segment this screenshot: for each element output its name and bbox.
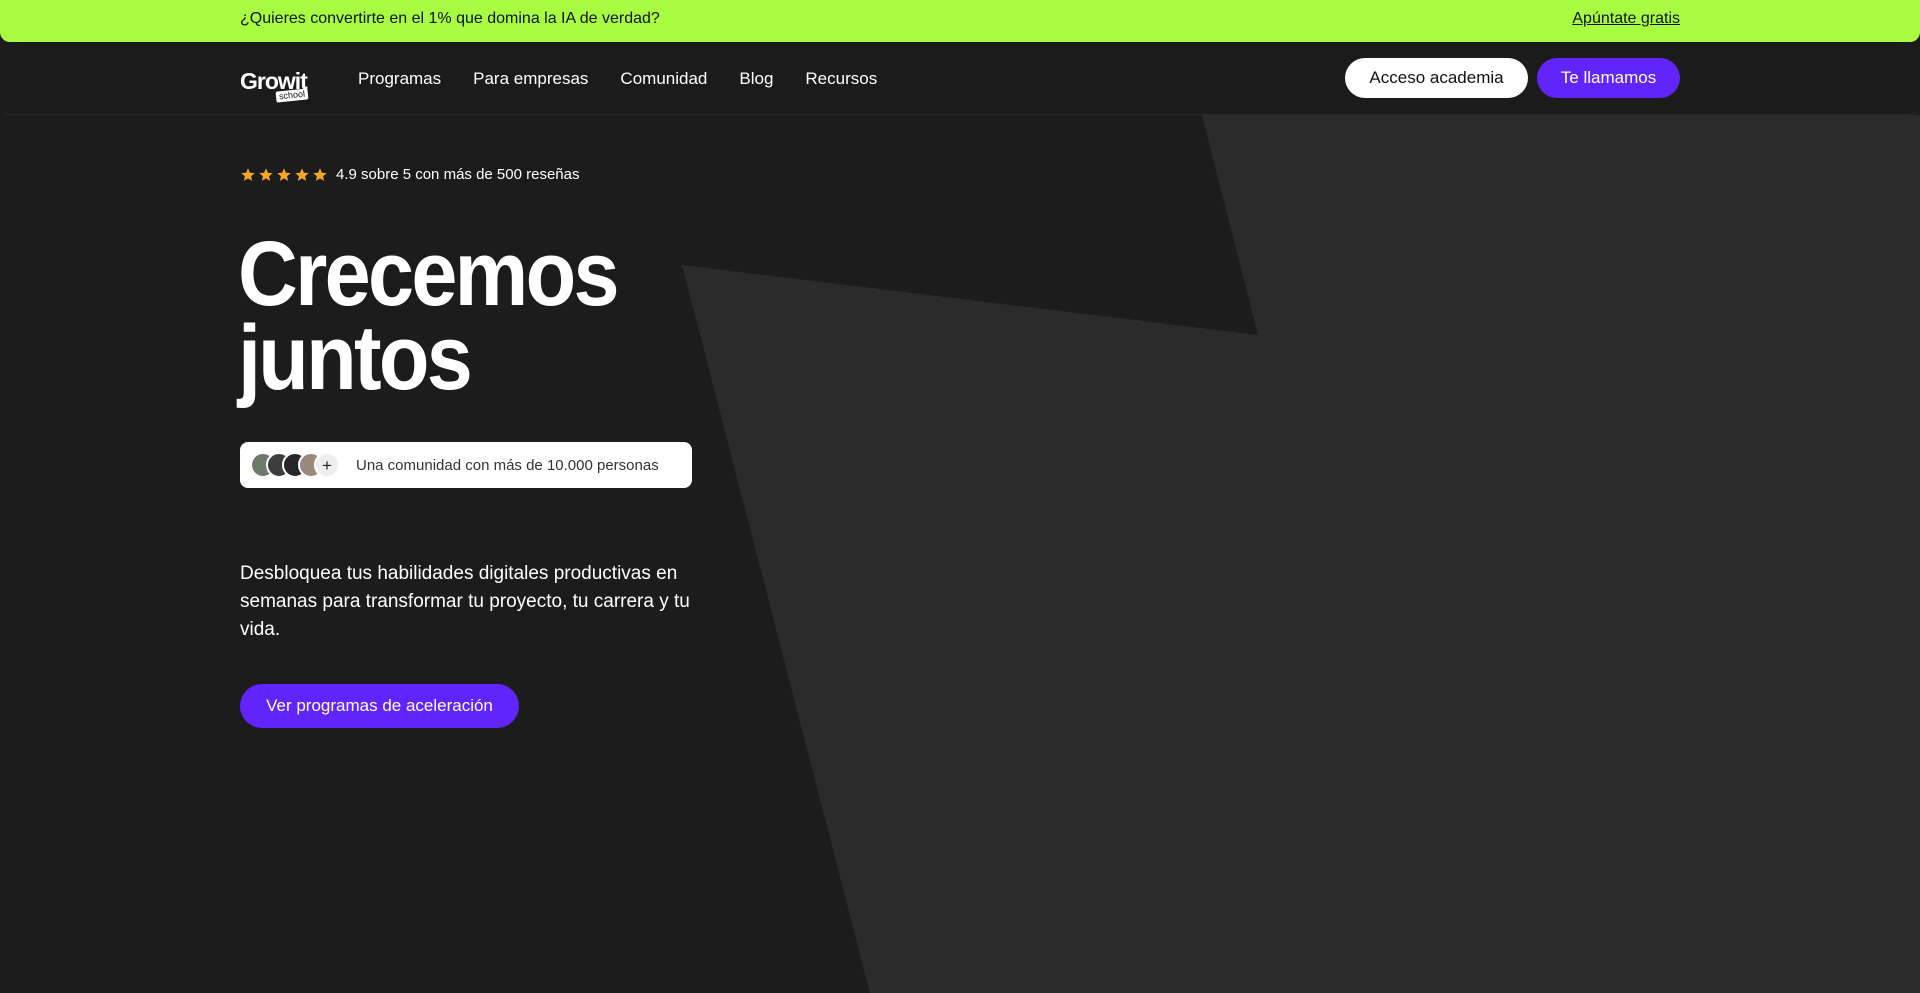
background-shapes [682,115,1920,993]
bg-shape-left [682,115,1920,993]
star-icon [295,167,309,181]
announcement-signup-link[interactable]: Apúntate gratis [1572,10,1680,28]
star-icon [313,167,327,181]
community-badge: + Una comunidad con más de 10.000 person… [240,442,692,488]
nav-item-recursos[interactable]: Recursos [805,68,877,90]
community-text: Una comunidad con más de 10.000 personas [356,456,659,474]
star-icon [259,167,273,181]
rating-text: 4.9 sobre 5 con más de 500 reseñas [336,166,580,183]
site-header: Growit school Programas Para empresas Co… [0,42,1920,115]
nav-item-comunidad[interactable]: Comunidad [620,68,707,90]
star-icon [241,167,255,181]
hero-title-line-1: Crecemos [238,223,620,325]
academy-access-button[interactable]: Acceso academia [1345,58,1528,98]
star-icon [277,167,291,181]
logo-badge: school [275,88,309,103]
growit-logo[interactable]: Growit school [240,68,312,104]
hero-title-line-2: juntos [238,307,473,409]
nav-item-programas[interactable]: Programas [358,68,441,90]
hero-title: Crecemos juntos [238,223,620,409]
main-nav: Programas Para empresas Comunidad Blog R… [358,68,909,90]
landing-page: ¿Quieres convertirte en el 1% que domina… [0,0,1920,993]
hero-description: Desbloquea tus habilidades digitales pro… [240,563,690,640]
nav-item-para-empresas[interactable]: Para empresas [473,68,588,90]
rating-stars [240,167,328,183]
rating-summary: 4.9 sobre 5 con más de 500 reseñas [240,166,580,183]
nav-item-blog[interactable]: Blog [739,68,773,90]
announcement-text: ¿Quieres convertirte en el 1% que domina… [240,10,660,27]
announcement-bar: ¿Quieres convertirte en el 1% que domina… [0,0,1920,42]
view-programs-button[interactable]: Ver programas de aceleración [240,684,519,728]
community-avatars: + [250,450,344,480]
plus-icon: + [314,452,340,478]
call-me-button[interactable]: Te llamamos [1537,58,1680,98]
